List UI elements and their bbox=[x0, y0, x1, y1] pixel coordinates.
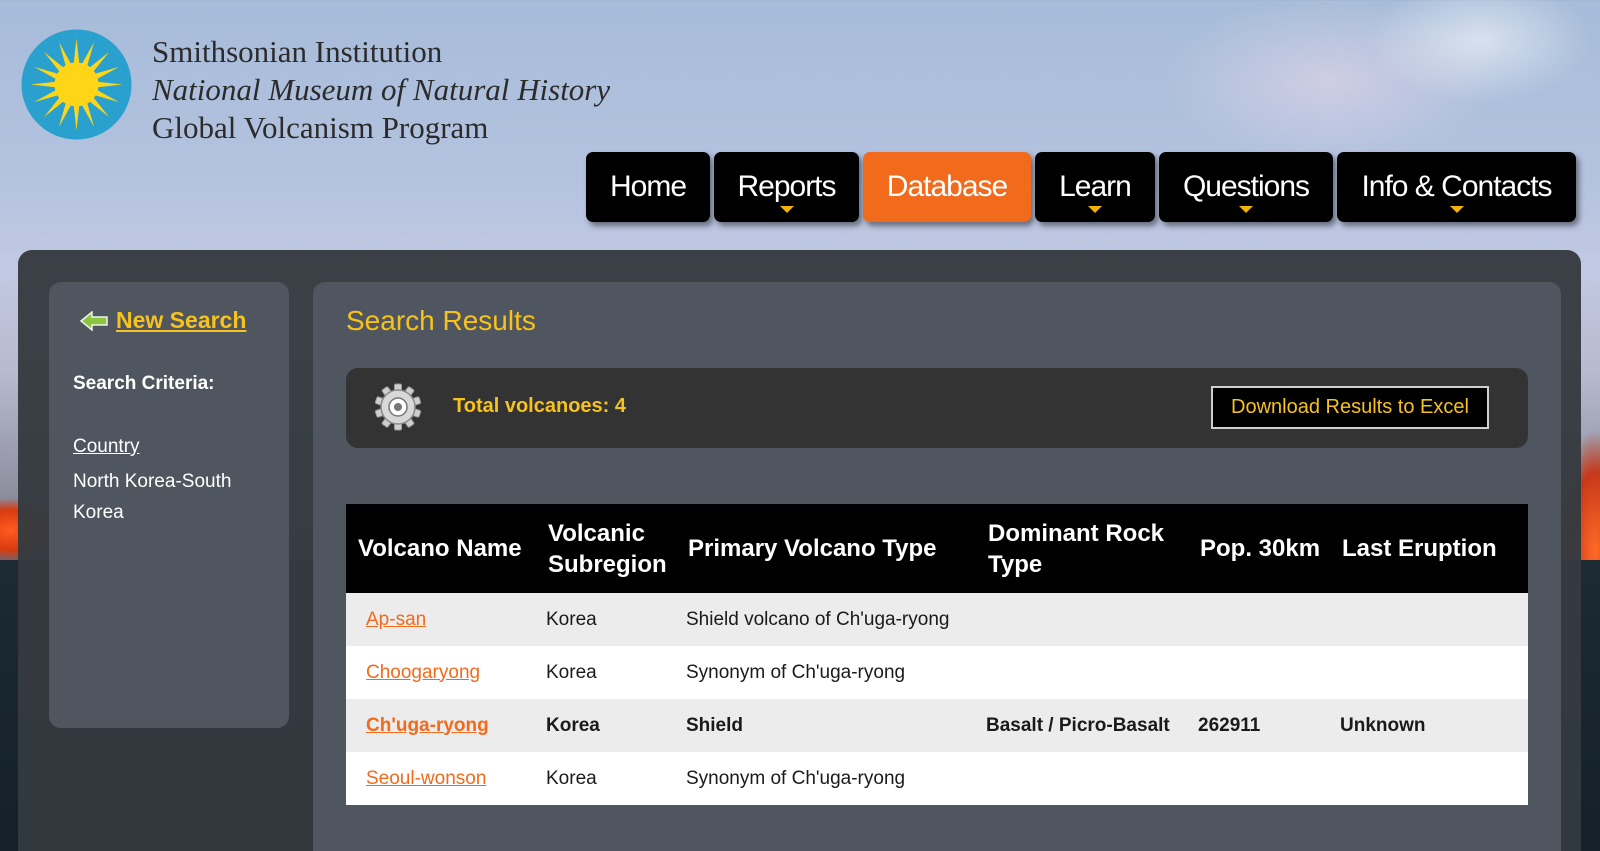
cell-type: Synonym of Ch'uga-ryong bbox=[676, 646, 976, 699]
volcano-link[interactable]: Ch'uga-ryong bbox=[356, 715, 489, 736]
cell-name: Ch'uga-ryong bbox=[346, 699, 536, 752]
cell-rock: Basalt / Picro-Basalt bbox=[976, 699, 1188, 752]
nav-learn-label: Learn bbox=[1059, 170, 1132, 203]
col-volcanic-subregion[interactable]: Volcanic Subregion bbox=[536, 504, 676, 593]
cell-pop bbox=[1188, 593, 1330, 646]
cell-last-eruption: Unknown bbox=[1330, 699, 1528, 752]
results-table: Volcano Name Volcanic Subregion Primary … bbox=[346, 504, 1528, 805]
program-name: Global Volcanism Program bbox=[152, 110, 489, 145]
cell-name: Seoul-wonson bbox=[346, 752, 536, 805]
nav-home[interactable]: Home bbox=[586, 152, 710, 222]
main-nav: Home Reports Database Learn Questions In… bbox=[586, 152, 1576, 222]
dropdown-caret-icon bbox=[1088, 206, 1102, 213]
new-search-link-group[interactable]: New Search bbox=[80, 307, 246, 334]
col-pop-30km[interactable]: Pop. 30km bbox=[1188, 504, 1330, 593]
criteria-value-country: North Korea-South Korea bbox=[73, 471, 232, 523]
dropdown-caret-icon bbox=[1239, 206, 1253, 213]
col-last-eruption[interactable]: Last Eruption bbox=[1330, 504, 1528, 593]
new-search-link[interactable]: New Search bbox=[116, 307, 246, 334]
cell-subregion: Korea bbox=[536, 699, 676, 752]
volcano-link[interactable]: Seoul-wonson bbox=[356, 768, 486, 789]
dropdown-caret-icon bbox=[1449, 206, 1464, 213]
smithsonian-sun-logo[interactable] bbox=[20, 28, 133, 141]
cell-subregion: Korea bbox=[536, 752, 676, 805]
site-branding[interactable]: Smithsonian Institution National Museum … bbox=[152, 33, 610, 147]
cell-pop: 262911 bbox=[1188, 699, 1330, 752]
cell-pop bbox=[1188, 752, 1330, 805]
table-row: Choogaryong Korea Synonym of Ch'uga-ryon… bbox=[346, 646, 1528, 699]
volcano-link[interactable]: Ap-san bbox=[356, 609, 426, 630]
search-criteria-title: Search Criteria: bbox=[73, 373, 215, 394]
cell-subregion: Korea bbox=[536, 593, 676, 646]
volcano-link[interactable]: Choogaryong bbox=[356, 662, 480, 683]
cell-type: Shield bbox=[676, 699, 976, 752]
back-arrow-icon[interactable] bbox=[80, 310, 108, 331]
download-excel-button[interactable]: Download Results to Excel bbox=[1211, 386, 1489, 429]
table-row: Ch'uga-ryong Korea Shield Basalt / Picro… bbox=[346, 699, 1528, 752]
cell-rock bbox=[976, 646, 1188, 699]
nav-learn[interactable]: Learn bbox=[1035, 152, 1155, 222]
nav-reports[interactable]: Reports bbox=[714, 152, 859, 222]
criteria-key-country: Country bbox=[73, 436, 140, 457]
cell-name: Choogaryong bbox=[346, 646, 536, 699]
col-primary-volcano-type[interactable]: Primary Volcano Type bbox=[676, 504, 976, 593]
cell-name: Ap-san bbox=[346, 593, 536, 646]
gear-icon bbox=[374, 383, 422, 431]
nav-reports-label: Reports bbox=[737, 170, 836, 203]
cell-subregion: Korea bbox=[536, 646, 676, 699]
org-name: Smithsonian Institution bbox=[152, 34, 443, 69]
museum-name: National Museum of Natural History bbox=[152, 72, 611, 107]
nav-info-contacts-label: Info & Contacts bbox=[1361, 170, 1552, 203]
cell-rock bbox=[976, 593, 1188, 646]
col-dominant-rock-type[interactable]: Dominant Rock Type bbox=[976, 504, 1188, 593]
table-row: Seoul-wonson Korea Synonym of Ch'uga-ryo… bbox=[346, 752, 1528, 805]
dropdown-caret-icon bbox=[779, 206, 794, 213]
table-header-row: Volcano Name Volcanic Subregion Primary … bbox=[346, 504, 1528, 593]
nav-home-label: Home bbox=[609, 170, 687, 203]
nav-database-label: Database bbox=[886, 170, 1008, 203]
cell-type: Shield volcano of Ch'uga-ryong bbox=[676, 593, 976, 646]
cell-last-eruption bbox=[1330, 593, 1528, 646]
nav-questions[interactable]: Questions bbox=[1159, 152, 1333, 222]
cell-last-eruption bbox=[1330, 646, 1528, 699]
nav-info-contacts[interactable]: Info & Contacts bbox=[1337, 152, 1576, 222]
page-title: Search Results bbox=[346, 305, 536, 336]
cell-pop bbox=[1188, 646, 1330, 699]
cell-rock bbox=[976, 752, 1188, 805]
nav-questions-label: Questions bbox=[1182, 170, 1310, 203]
cell-last-eruption bbox=[1330, 752, 1528, 805]
table-row: Ap-san Korea Shield volcano of Ch'uga-ry… bbox=[346, 593, 1528, 646]
total-volcanoes-count: Total volcanoes: 4 bbox=[453, 395, 627, 417]
nav-database[interactable]: Database bbox=[863, 152, 1031, 222]
cell-type: Synonym of Ch'uga-ryong bbox=[676, 752, 976, 805]
col-volcano-name[interactable]: Volcano Name bbox=[346, 504, 536, 593]
